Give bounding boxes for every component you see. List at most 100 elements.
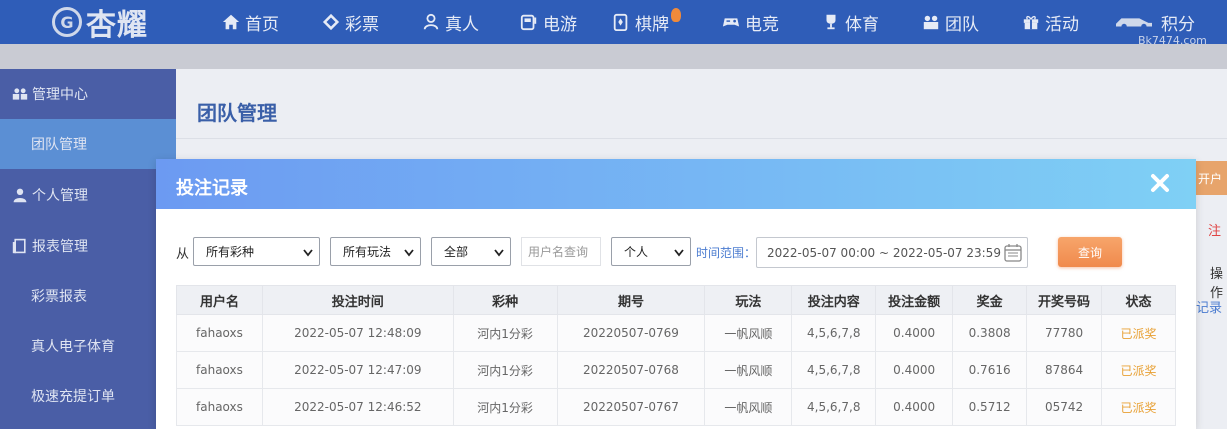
bet-amount-cell: 0.4000 (875, 388, 954, 426)
prize-cell: 0.5712 (952, 388, 1028, 426)
report-icon (12, 238, 28, 254)
username-search-input[interactable]: 用户名查询 (521, 237, 601, 266)
play-type-select[interactable]: 所有玩法 (330, 237, 421, 266)
user-icon (12, 187, 28, 203)
logo-mark: G (52, 7, 82, 37)
top-navigation-bar: G 杏耀 首页 彩票 真人 电游 棋牌 电竞 体育 团队 活动 积分 Bk747… (0, 0, 1227, 47)
nav-label: 活动 (1045, 14, 1079, 35)
scope-select[interactable]: 个人 (611, 237, 691, 266)
team-icon (922, 13, 940, 31)
date-range-value: 2022-05-07 00:00 ~ 2022-05-07 23:59 (767, 245, 1001, 260)
sidebar-item-live-electronic-sports[interactable]: 真人电子体育 (0, 321, 176, 371)
table-row: fahaoxs 2022-05-07 12:46:52 河内1分彩 202205… (176, 388, 1176, 426)
column-header: 投注内容 (791, 285, 877, 315)
prize-cell: 0.7616 (952, 351, 1028, 389)
sidebar-item-report-management[interactable]: 报表管理 (0, 221, 176, 271)
table-header-row: 用户名 投注时间 彩种 期号 玩法 投注内容 投注金额 奖金 开奖号码 状态 (176, 285, 1176, 315)
bet-time-cell: 2022-05-07 12:48:09 (261, 314, 454, 352)
table-row: fahaoxs 2022-05-07 12:47:09 河内1分彩 202205… (176, 351, 1176, 389)
home-icon (222, 13, 240, 31)
column-header: 奖金 (952, 285, 1028, 315)
brand-logo[interactable]: G 杏耀 (52, 4, 148, 43)
bet-time-cell: 2022-05-07 12:46:52 (261, 388, 454, 426)
logo-text: 杏耀 (86, 8, 148, 43)
issue-cell: 20220507-0769 (556, 314, 706, 352)
nav-cards[interactable]: 棋牌 (612, 0, 681, 44)
nav-home[interactable]: 首页 (222, 0, 279, 44)
time-range-label: 时间范围： (696, 246, 757, 260)
select-value: 所有彩种 (206, 245, 255, 259)
query-button[interactable]: 查询 (1058, 237, 1122, 267)
status-select[interactable]: 全部 (431, 237, 511, 266)
close-icon[interactable] (1148, 171, 1172, 195)
play-cell: 一帆风顺 (704, 314, 793, 352)
nav-label: 团队 (945, 14, 979, 35)
issue-cell: 20220507-0768 (556, 351, 706, 389)
gamepad-icon (722, 13, 740, 31)
open-account-button[interactable]: 开户 (1196, 161, 1227, 195)
draw-number-cell: 77780 (1026, 314, 1103, 352)
nav-label: 电游 (543, 14, 577, 35)
register-text: 注 (1208, 224, 1222, 239)
issue-cell: 20220507-0767 (556, 388, 706, 426)
header-band (0, 44, 1227, 69)
status-cell: 已派奖 (1101, 314, 1176, 352)
sidebar: 管理中心 团队管理 个人管理 报表管理 彩票报表 真人电子体育 极速充提订单 (0, 69, 176, 429)
lottery-cell: 河内1分彩 (452, 314, 558, 352)
column-header: 玩法 (704, 285, 793, 315)
operation-header: 操作 (1210, 267, 1224, 301)
bet-content-cell: 4,5,6,7,8 (791, 388, 877, 426)
column-header: 开奖号码 (1026, 285, 1103, 315)
car-icon (1112, 13, 1156, 31)
nav-sports[interactable]: 体育 (822, 0, 879, 44)
column-header: 投注金额 (875, 285, 954, 315)
lottery-cell: 河内1分彩 (452, 351, 558, 389)
column-header: 期号 (556, 285, 706, 315)
lottery-type-select[interactable]: 所有彩种 (193, 237, 320, 266)
person-icon (422, 13, 440, 31)
sidebar-item-label: 报表管理 (32, 239, 88, 255)
calendar-icon[interactable] (1003, 243, 1023, 263)
nav-label: 棋牌 (635, 14, 669, 35)
sidebar-item-management-center[interactable]: 管理中心 (0, 69, 176, 119)
status-cell: 已派奖 (1101, 351, 1176, 389)
bet-records-table: 用户名 投注时间 彩种 期号 玩法 投注内容 投注金额 奖金 开奖号码 状态 f… (176, 285, 1176, 426)
sidebar-item-fast-deposit-orders[interactable]: 极速充提订单 (0, 371, 176, 421)
draw-number-cell: 87864 (1026, 351, 1103, 389)
draw-number-cell: 05742 (1026, 388, 1103, 426)
column-header: 投注时间 (261, 285, 454, 315)
bet-records-modal: 投注记录 从 所有彩种 所有玩法 全部 用户名查询 个人 时间范围： 2022-… (156, 159, 1196, 429)
hot-flame-icon (671, 8, 681, 22)
sidebar-item-lottery-report[interactable]: 彩票报表 (0, 271, 176, 321)
date-range-input[interactable]: 2022-05-07 00:00 ~ 2022-05-07 23:59 (756, 237, 1028, 268)
sidebar-item-label: 彩票报表 (31, 289, 87, 305)
sidebar-item-team-management[interactable]: 团队管理 (0, 119, 176, 169)
prize-cell: 0.3808 (952, 314, 1028, 352)
lottery-cell: 河内1分彩 (452, 388, 558, 426)
chevron-down-icon (303, 249, 313, 257)
sidebar-item-label: 团队管理 (31, 137, 87, 153)
select-value: 全部 (444, 245, 469, 259)
play-cell: 一帆风顺 (704, 388, 793, 426)
gift-icon (1022, 13, 1040, 31)
nav-label: 体育 (845, 14, 879, 35)
play-cell: 一帆风顺 (704, 351, 793, 389)
from-label: 从 (176, 247, 190, 262)
nav-team[interactable]: 团队 (922, 0, 979, 44)
nav-esports[interactable]: 电竞 (722, 0, 779, 44)
table-row: fahaoxs 2022-05-07 12:48:09 河内1分彩 202205… (176, 314, 1176, 352)
modal-header: 投注记录 (156, 159, 1196, 209)
chevron-down-icon (494, 249, 504, 257)
chevron-down-icon (404, 249, 414, 257)
sidebar-item-label: 极速充提订单 (31, 389, 115, 405)
nav-slots[interactable]: 电游 (520, 0, 577, 44)
input-placeholder: 用户名查询 (528, 245, 589, 259)
column-header: 用户名 (176, 285, 263, 315)
sidebar-item-personal-management[interactable]: 个人管理 (0, 170, 176, 220)
sidebar-item-label: 个人管理 (32, 188, 88, 204)
nav-events[interactable]: 活动 (1022, 0, 1079, 44)
nav-lottery[interactable]: 彩票 (322, 0, 379, 44)
nav-live[interactable]: 真人 (422, 0, 479, 44)
record-link[interactable]: 记录 (1196, 297, 1222, 316)
nav-label: 真人 (445, 14, 479, 35)
